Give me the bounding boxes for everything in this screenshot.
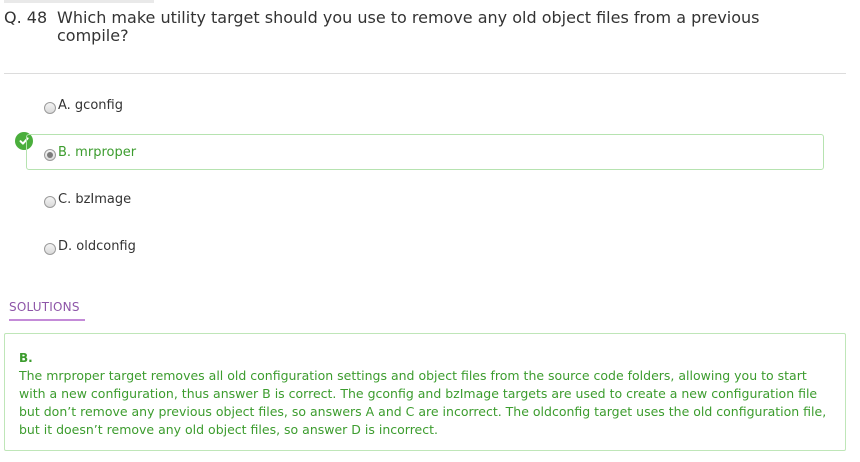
solution-explanation: The mrproper target removes all old conf… [19,368,827,437]
option-b-label: B. mrproper [58,144,137,160]
top-tab-strip [4,0,154,3]
radio-option-d[interactable] [44,242,56,255]
solutions-tab[interactable]: SOLUTIONS [9,300,85,321]
question-header: Q. 48 Which make utility target should y… [4,9,804,45]
solution-answer: B. [19,351,33,365]
question-text: Which make utility target should you use… [57,8,760,45]
radio-option-c[interactable] [44,195,56,208]
option-d[interactable]: D. oldconfig [26,228,824,264]
option-a-label: A. gconfig [58,97,123,113]
question-number: Q. 48 [4,8,48,27]
divider [4,73,846,74]
radio-option-b[interactable] [44,148,56,161]
option-c-label: C. bzImage [58,191,132,207]
option-d-label: D. oldconfig [58,238,136,254]
radio-option-a[interactable] [44,101,56,114]
option-c[interactable]: C. bzImage [26,181,824,217]
option-a[interactable]: A. gconfig [26,87,824,123]
option-b[interactable]: B. mrproper [26,134,824,170]
solution-panel: B. The mrproper target removes all old c… [4,333,846,451]
